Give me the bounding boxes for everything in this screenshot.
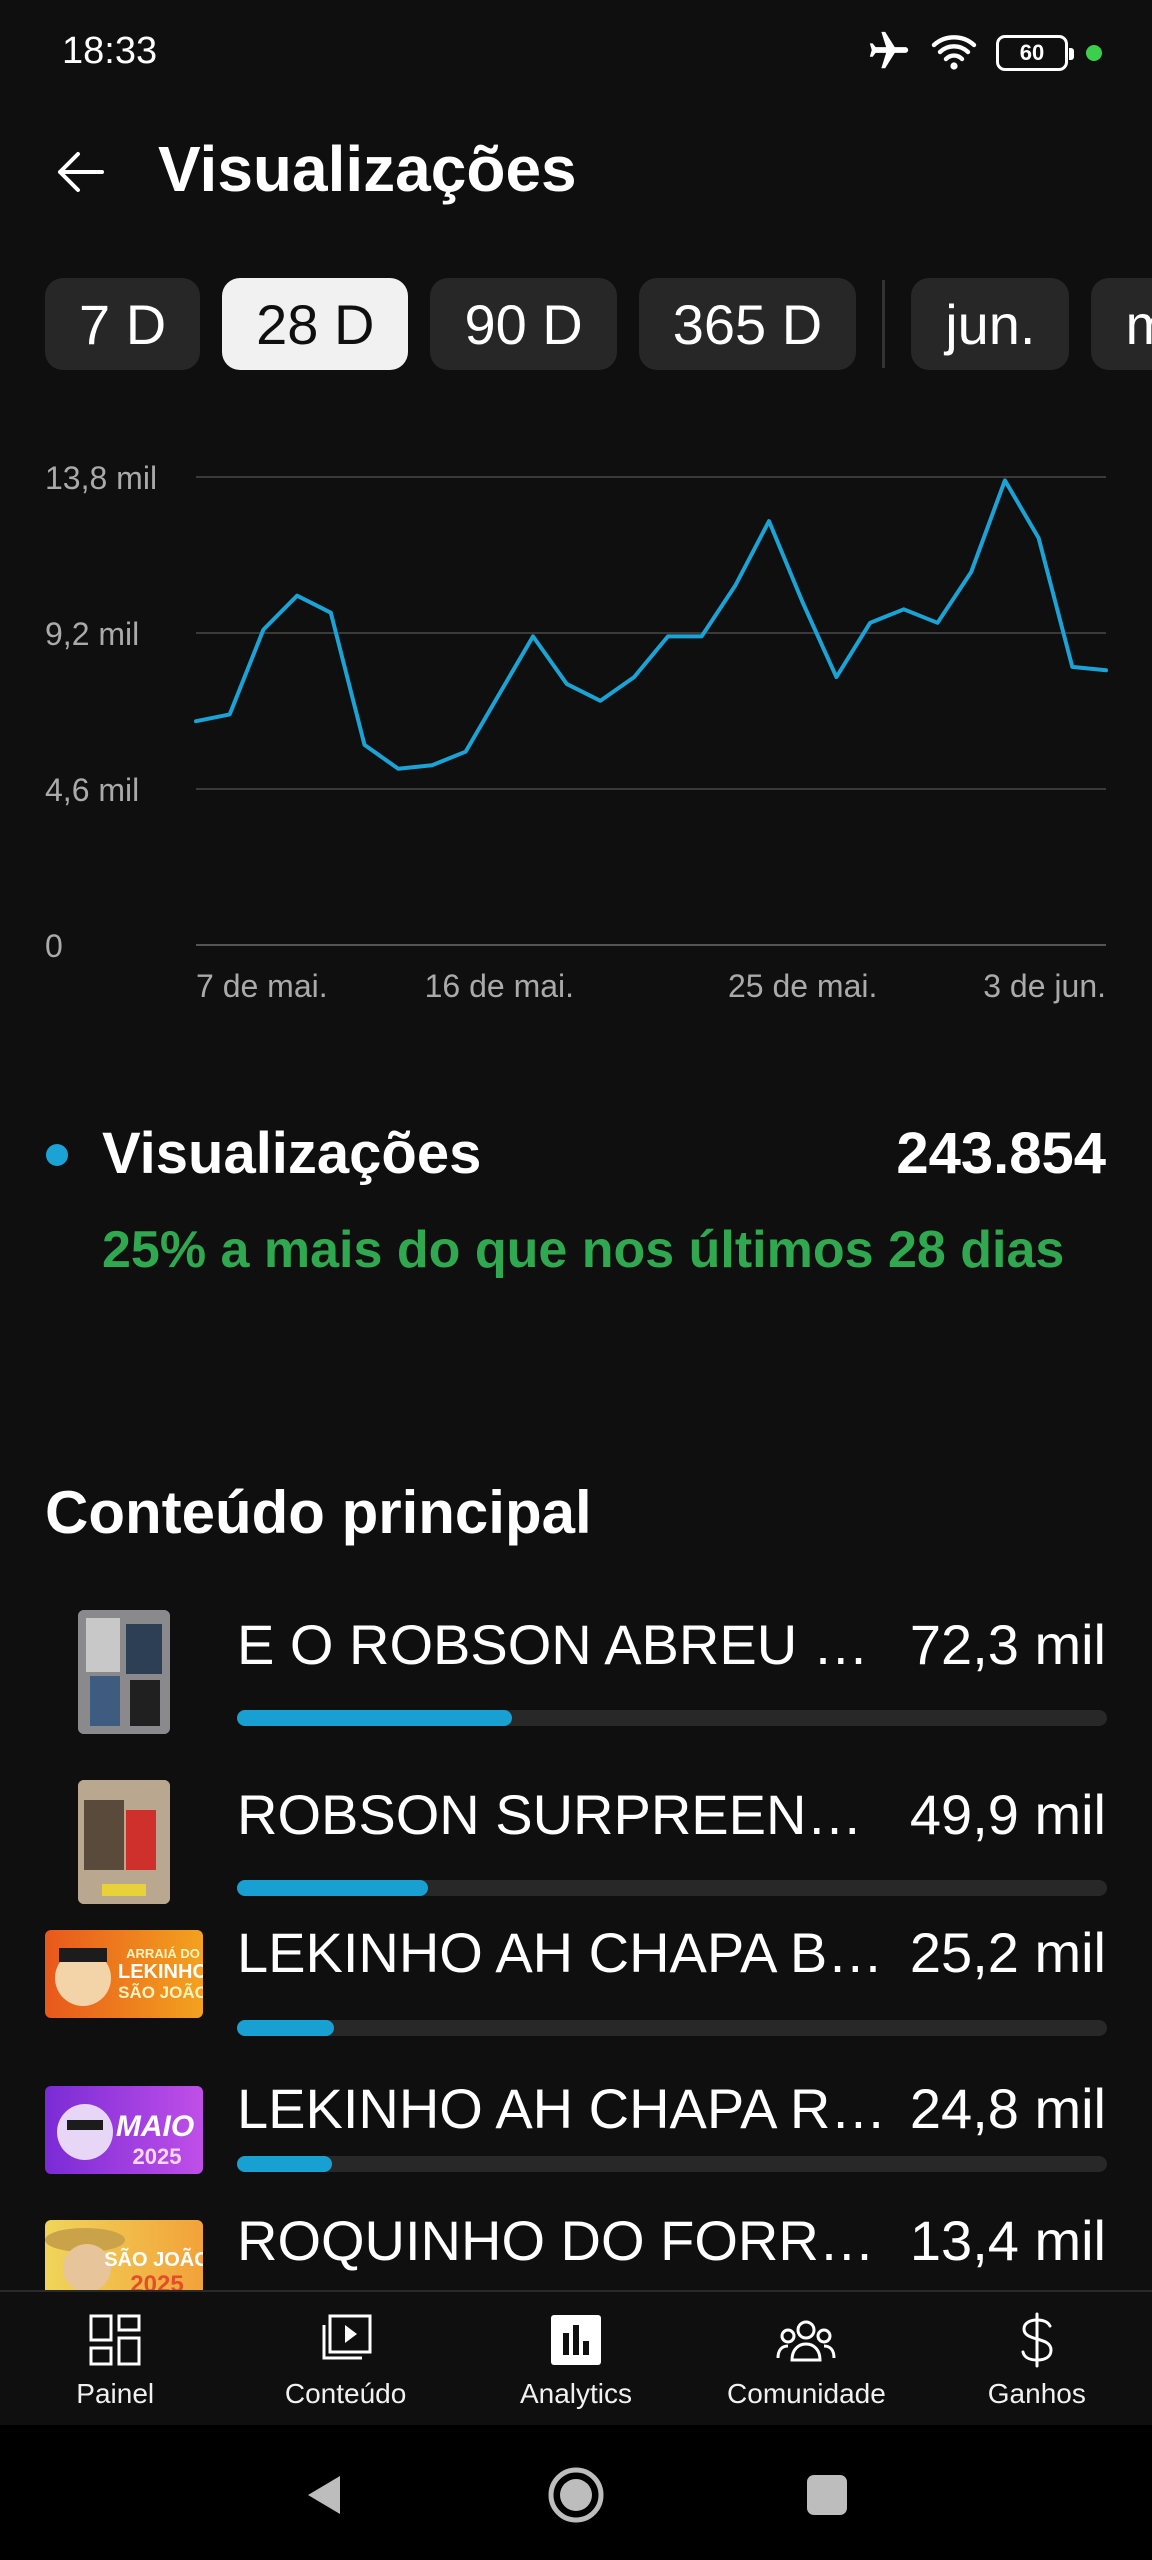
content-title: ROQUINHO DO FORRÓ...: [237, 2209, 887, 2272]
video-thumbnail: ARRAIÁ DO LEKINHO SÃO JOÃO: [45, 1930, 203, 2018]
metric-comparison: 25% a mais do que nos últimos 28 dias: [102, 1221, 1065, 1279]
nav-label: Painel: [76, 2378, 155, 2409]
views-bar-track: [237, 1880, 1107, 1896]
content-views: 72,3 mil: [909, 1613, 1106, 1676]
content-icon: [316, 2310, 376, 2370]
system-navigation-bar: [0, 2425, 1152, 2560]
section-title: Conteúdo principal: [45, 1479, 592, 1546]
views-bar-fill: [237, 1880, 428, 1896]
content-title: LEKINHO AH CHAPA RE...: [237, 2077, 887, 2140]
wifi-icon: [930, 31, 978, 76]
square-recents-icon: [807, 2475, 847, 2515]
svg-text:MAIO: MAIO: [116, 2110, 194, 2143]
content-views: 24,8 mil: [909, 2077, 1106, 2140]
nav-label: Conteúdo: [284, 2378, 407, 2409]
content-views: 25,2 mil: [909, 1921, 1106, 1984]
back-button[interactable]: [48, 140, 112, 204]
list-item[interactable]: E O ROBSON ABREU QU... 72,3 mil: [0, 1600, 1152, 1734]
metric-summary: Visualizações 243.854 25% a mais do que …: [0, 1110, 1152, 1280]
chip-jun[interactable]: jun.: [911, 278, 1070, 370]
y-tick-label: 0: [45, 928, 63, 964]
y-tick-label: 4,6 mil: [45, 772, 139, 808]
video-thumbnail: MAIO 2025: [45, 2086, 203, 2174]
nav-item-conteudo[interactable]: Conteúdo: [230, 2292, 460, 2425]
triangle-back-icon: [308, 2476, 340, 2514]
video-thumbnail: [78, 1610, 170, 1734]
dashboard-icon: [85, 2310, 145, 2370]
dollar-icon: [1007, 2310, 1067, 2370]
views-bar-track: [237, 2156, 1107, 2172]
x-tick-label: 16 de mai.: [425, 968, 574, 1004]
header: Visualizações: [0, 120, 1152, 220]
views-bar-fill: [237, 2156, 332, 2172]
bottom-navigation: Painel Conteúdo Analytics Comunidade Gan…: [0, 2290, 1152, 2425]
nav-item-comunidade[interactable]: Comunidade: [691, 2292, 921, 2425]
nav-label: Ganhos: [987, 2378, 1086, 2409]
metric-value: 243.854: [896, 1121, 1106, 1186]
system-home-button[interactable]: [536, 2455, 616, 2535]
svg-text:ARRAIÁ DO: ARRAIÁ DO: [126, 1946, 200, 1961]
period-chips: 7 D 28 D 90 D 365 D jun. m: [45, 278, 1152, 370]
svg-text:2025: 2025: [130, 2271, 183, 2290]
chip-divider: [882, 280, 886, 368]
views-bar-track: [237, 2020, 1107, 2036]
system-back-button[interactable]: [285, 2455, 365, 2535]
chip-365d[interactable]: 365 D: [638, 278, 857, 370]
series-legend-dot: [46, 1144, 68, 1166]
series-line: [194, 478, 1108, 771]
chart-svg: 13,8 mil 9,2 mil 4,6 mil 0 7 de mai. 16 de ma…: [45, 460, 1108, 1004]
views-chart: 13,8 mil 9,2 mil 4,6 mil 0 7 de mai. 16 de ma…: [0, 440, 1152, 1020]
privacy-indicator-dot: [1086, 45, 1102, 61]
x-tick-label: 25 de mai.: [728, 968, 877, 1004]
chip-partial[interactable]: m: [1091, 278, 1152, 370]
svg-text:2025: 2025: [133, 2144, 182, 2169]
video-thumbnail: [78, 1780, 170, 1904]
x-tick-label: 7 de mai.: [196, 968, 328, 1004]
analytics-icon: [546, 2310, 606, 2370]
nav-label: Analytics: [519, 2378, 633, 2409]
status-time: 18:33: [62, 30, 158, 72]
y-tick-label: 13,8 mil: [45, 460, 157, 496]
nav-label: Comunidade: [727, 2378, 886, 2409]
battery-icon: 60: [996, 35, 1074, 71]
y-tick-label: 9,2 mil: [45, 616, 139, 652]
content-title: E O ROBSON ABREU QU...: [237, 1613, 887, 1676]
svg-text:SÃO JOÃO: SÃO JOÃO: [118, 1982, 203, 2002]
system-recents-button[interactable]: [787, 2455, 867, 2535]
content-views: 13,4 mil: [909, 2209, 1106, 2272]
x-tick-label: 3 de jun.: [983, 968, 1106, 1004]
content-views: 49,9 mil: [909, 1783, 1106, 1846]
chip-90d[interactable]: 90 D: [430, 278, 617, 370]
nav-item-analytics[interactable]: Analytics: [461, 2292, 691, 2425]
page-title: Visualizações: [158, 133, 577, 205]
svg-text:LEKINHO: LEKINHO: [118, 1961, 203, 1983]
content-title: ROBSON SURPREENDE...: [237, 1783, 887, 1846]
chip-7d[interactable]: 7 D: [45, 278, 201, 370]
back-arrow-icon: [58, 152, 104, 192]
views-bar-fill: [237, 2020, 334, 2036]
airplane-icon: [866, 28, 912, 79]
status-icons: 60: [866, 30, 1102, 76]
list-item[interactable]: ROBSON SURPREENDE... 49,9 mil: [0, 1770, 1152, 1904]
metric-label: Visualizações: [102, 1121, 482, 1186]
content-title: LEKINHO AH CHAPA BL...: [237, 1921, 887, 1984]
status-bar: 18:33 60: [0, 0, 1152, 110]
views-bar-track: [237, 1710, 1107, 1726]
nav-item-painel[interactable]: Painel: [0, 2292, 230, 2425]
chip-28d[interactable]: 28 D: [222, 278, 409, 370]
community-icon: [776, 2310, 836, 2370]
list-item[interactable]: MAIO 2025 LEKINHO AH CHAPA RE... 24,8 mil: [0, 2077, 1152, 2216]
top-content-list: E O ROBSON ABREU QU... 72,3 mil ROBSON S…: [0, 1600, 1152, 2290]
list-item[interactable]: ARRAIÁ DO LEKINHO SÃO JOÃO LEKINHO AH CHAP…: [0, 1921, 1152, 2060]
list-item[interactable]: SÃO JOÃO 2025 ROQUINHO DO FORRÓ... 13,4 m…: [0, 2209, 1152, 2290]
svg-text:SÃO JOÃO: SÃO JOÃO: [104, 2248, 203, 2271]
nav-item-ganhos[interactable]: Ganhos: [922, 2292, 1152, 2425]
views-bar-fill: [237, 1710, 512, 1726]
video-thumbnail: SÃO JOÃO 2025: [45, 2220, 203, 2290]
circle-home-icon: [548, 2467, 604, 2523]
